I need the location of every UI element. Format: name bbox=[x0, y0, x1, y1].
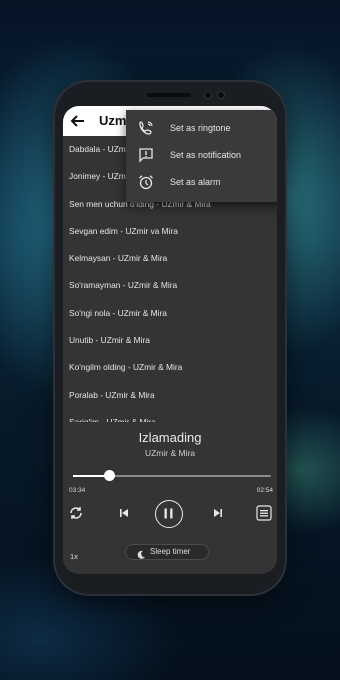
menu-item-label: Set as notification bbox=[170, 150, 242, 160]
sleep-timer-button[interactable]: Sleep timer bbox=[125, 544, 209, 560]
arrow-back-icon[interactable] bbox=[69, 112, 87, 130]
now-playing-artist: UZmir & Mira bbox=[144, 448, 196, 458]
song-list-item[interactable]: So'ngi nola - UZmir & Mira bbox=[63, 300, 277, 327]
song-list-item[interactable]: Sevgan edim - UZmir va Mira bbox=[63, 218, 277, 245]
alarm-clock-icon bbox=[138, 174, 154, 190]
song-list-item[interactable]: Poralab - UZmir & Mira bbox=[63, 382, 277, 409]
seek-handle[interactable] bbox=[103, 470, 115, 481]
phone-ring-icon bbox=[138, 120, 154, 136]
total-time: 02:54 bbox=[256, 487, 273, 494]
playlist-icon[interactable] bbox=[255, 504, 273, 522]
now-playing-title: Izlamading bbox=[138, 430, 202, 445]
sensor-icon bbox=[218, 92, 224, 98]
playback-speed-button[interactable]: 1x bbox=[70, 552, 78, 561]
earpiece-speaker bbox=[147, 93, 191, 97]
seek-bar[interactable] bbox=[73, 470, 271, 481]
pause-icon bbox=[164, 508, 173, 519]
menu-item-set-alarm[interactable]: Set as alarm bbox=[126, 169, 277, 196]
phone-top-bezel bbox=[55, 86, 285, 108]
repeat-icon[interactable] bbox=[67, 504, 85, 522]
chat-alert-icon bbox=[138, 147, 154, 163]
menu-item-label: Set as alarm bbox=[170, 177, 221, 187]
song-list-item[interactable]: Unutib - UZmir & Mira bbox=[63, 327, 277, 354]
phone-frame: Uzmi Dabdala - UZmir & Mira Jonimey - UZm… bbox=[55, 82, 285, 594]
app-screen: Uzmi Dabdala - UZmir & Mira Jonimey - UZm… bbox=[63, 106, 277, 574]
song-list-item[interactable]: Kelmaysan - UZmir & Mira bbox=[63, 245, 277, 272]
menu-item-set-ringtone[interactable]: Set as ringtone bbox=[126, 115, 277, 142]
song-list-item[interactable]: So'ramayman - UZmir & Mira bbox=[63, 272, 277, 299]
sleep-timer-label: Sleep timer bbox=[150, 547, 191, 556]
next-icon[interactable] bbox=[209, 504, 227, 522]
song-list-item[interactable]: Ko'ngilm olding - UZmir & Mira bbox=[63, 354, 277, 381]
front-camera-icon bbox=[205, 92, 211, 98]
current-time: 03:34 bbox=[69, 487, 86, 494]
context-menu: Set as ringtone Set as notification Set … bbox=[126, 110, 277, 202]
menu-item-set-notification[interactable]: Set as notification bbox=[126, 142, 277, 169]
pause-button[interactable] bbox=[155, 500, 183, 528]
menu-item-label: Set as ringtone bbox=[170, 123, 231, 133]
moon-icon bbox=[136, 547, 146, 559]
previous-icon[interactable] bbox=[115, 504, 133, 522]
player-panel: Izlamading UZmir & Mira 03:34 02:54 1x S… bbox=[63, 422, 277, 574]
